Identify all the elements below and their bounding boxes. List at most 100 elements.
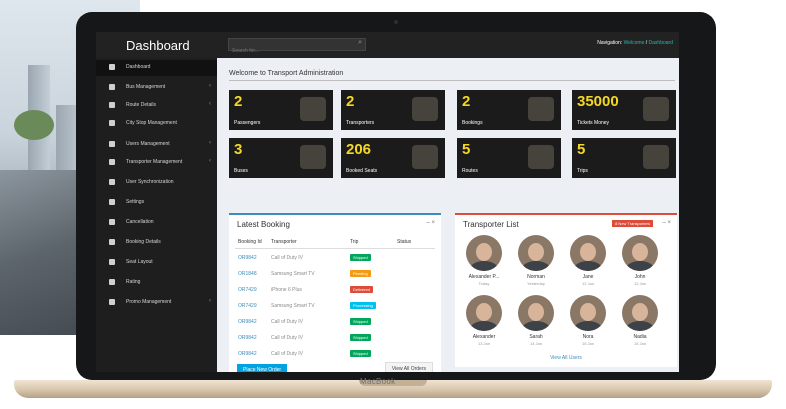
- sidebar-item-cancellation[interactable]: Cancellation: [96, 215, 217, 231]
- sidebar-item-settings[interactable]: Settings: [96, 195, 217, 211]
- sidebar-item-label: Transporter Management: [126, 159, 183, 165]
- booking-icon: [109, 239, 115, 245]
- stat-card-bookings[interactable]: 2 Bookings: [457, 90, 561, 130]
- avatar-body: [470, 321, 498, 331]
- search-input[interactable]: [229, 45, 349, 57]
- sidebar-item-dashboard[interactable]: Dashboard: [96, 60, 217, 76]
- user-card[interactable]: John 12 Jan: [617, 235, 663, 293]
- star-icon: [109, 279, 115, 285]
- user-date: Yesterday: [527, 281, 545, 286]
- user-card[interactable]: Alexander 13 Jan: [461, 295, 507, 353]
- app-title: Dashboard: [126, 38, 190, 53]
- booking-id-link[interactable]: OR7429: [238, 303, 257, 309]
- stat-card-transporters[interactable]: 2 Transporters: [341, 90, 445, 130]
- collapse-icon[interactable]: –: [662, 220, 665, 226]
- money-icon: [643, 97, 669, 121]
- booking-id-link[interactable]: OR7429: [238, 287, 257, 293]
- stat-value: 2: [234, 93, 243, 110]
- main-content: Welcome to Transport Administration 2 Pas…: [217, 58, 679, 372]
- stat-card-booked-seats[interactable]: 206 Booked Seats: [341, 138, 445, 178]
- breadcrumb-dashboard[interactable]: Dashboard: [649, 40, 673, 46]
- avatar-face: [528, 303, 544, 321]
- booking-id-link[interactable]: OR9842: [238, 319, 257, 325]
- gear-icon: [109, 199, 115, 205]
- table-row[interactable]: OR9842 Call of Duty IV Shipped: [229, 251, 441, 265]
- user-card[interactable]: Nadia 15 Jan: [617, 295, 663, 353]
- user-card[interactable]: Alexander P... Today: [461, 235, 507, 293]
- transporter-cell: iPhone 6 Plus: [271, 287, 302, 293]
- sidebar-item-users-management[interactable]: Users Management ‹: [96, 137, 217, 153]
- stat-card-buses[interactable]: 3 Buses: [229, 138, 333, 178]
- sidebar-item-seat-layout[interactable]: Seat Layout: [96, 255, 217, 271]
- search-icon[interactable]: ⌕: [358, 39, 362, 47]
- table-row[interactable]: OR1848 Samsung Smart TV Pending: [229, 267, 441, 281]
- stat-card-trips[interactable]: 5 Trips: [572, 138, 676, 178]
- view-all-orders-button[interactable]: View All Orders: [384, 362, 433, 372]
- laptop-camera: [394, 20, 398, 24]
- close-icon[interactable]: ×: [431, 220, 435, 226]
- booking-id-link[interactable]: OR1848: [238, 271, 257, 277]
- stat-card-tickets-money[interactable]: 35000 Tickets Money: [572, 90, 676, 130]
- user-card[interactable]: Nora 15 Jan: [565, 295, 611, 353]
- breadcrumb: Navigation: Welcome / Dashboard: [597, 40, 673, 46]
- stat-label: Trips: [577, 168, 588, 174]
- booking-id-link[interactable]: OR9842: [238, 335, 257, 341]
- sidebar-item-user-synchronization[interactable]: User Synchronization: [96, 175, 217, 191]
- bus-icon: [300, 145, 326, 169]
- transporter-cell: Call of Duty IV: [271, 335, 303, 341]
- user-name[interactable]: Norman: [513, 274, 559, 280]
- user-name[interactable]: Jane: [565, 274, 611, 280]
- seat-icon: [412, 145, 438, 169]
- sidebar-item-route-details[interactable]: Route Details ‹: [96, 98, 217, 114]
- user-name[interactable]: Alexander P...: [461, 274, 507, 280]
- user-date: 15 Jan: [581, 341, 594, 346]
- route-icon: [109, 102, 115, 108]
- table-row[interactable]: OR9842 Call of Duty IV Shipped: [229, 331, 441, 345]
- sidebar-item-rating[interactable]: Rating: [96, 275, 217, 291]
- booking-id-link[interactable]: OR9842: [238, 255, 257, 261]
- sidebar-item-booking-details[interactable]: Booking Details: [96, 235, 217, 251]
- sidebar-item-bus-management[interactable]: Bus Management ‹: [96, 80, 217, 96]
- avatar-body: [574, 261, 602, 271]
- stat-value: 5: [577, 141, 586, 158]
- place-new-order-button[interactable]: Place New Order: [237, 364, 288, 372]
- table-row[interactable]: OR7429 Samsung Smart TV Processing: [229, 299, 441, 313]
- table-row[interactable]: OR7429 iPhone 6 Plus Delivered: [229, 283, 441, 297]
- sidebar-item-label: City Stop Management: [126, 120, 177, 126]
- table-row[interactable]: OR9842 Call of Duty IV Shipped: [229, 347, 441, 361]
- user-card[interactable]: Sarah 14 Jan: [513, 295, 559, 353]
- user-date: 12 Jan: [633, 281, 646, 286]
- stat-card-passengers[interactable]: 2 Passengers: [229, 90, 333, 130]
- breadcrumb-separator: /: [645, 40, 648, 46]
- stat-value: 2: [346, 93, 355, 110]
- stat-card-routes[interactable]: 5 Routes: [457, 138, 561, 178]
- breadcrumb-welcome[interactable]: Welcome: [624, 40, 645, 46]
- collapse-icon[interactable]: –: [426, 220, 429, 226]
- booking-id-link[interactable]: OR9842: [238, 351, 257, 357]
- avatar: [570, 295, 606, 331]
- avatar: [622, 235, 658, 271]
- user-name[interactable]: John: [617, 274, 663, 280]
- sidebar-item-city-stop-management[interactable]: City Stop Management: [96, 116, 217, 132]
- sidebar-item-transporter-management[interactable]: Transporter Management ‹: [96, 155, 217, 171]
- user-name[interactable]: Nadia: [617, 334, 663, 340]
- seat-icon: [109, 259, 115, 265]
- sidebar-item-promo-management[interactable]: Promo Management ‹: [96, 295, 217, 311]
- stat-value: 35000: [577, 93, 619, 110]
- user-card[interactable]: Jane 12 Jan: [565, 235, 611, 293]
- avatar-body: [522, 261, 550, 271]
- stat-value: 3: [234, 141, 243, 158]
- sidebar-item-label: Rating: [126, 279, 141, 285]
- view-all-users-link[interactable]: View All Users: [455, 355, 677, 361]
- column-header: Booking Id: [238, 239, 262, 245]
- user-card[interactable]: Norman Yesterday: [513, 235, 559, 293]
- user-name[interactable]: Alexander: [461, 334, 507, 340]
- avatar: [466, 295, 502, 331]
- laptop-screen: Dashboard ⌕ Navigation: Welcome / Dashbo…: [96, 32, 679, 372]
- close-icon[interactable]: ×: [667, 220, 671, 226]
- panel-tools: – ×: [662, 220, 671, 226]
- search-box[interactable]: ⌕: [228, 38, 366, 57]
- table-row[interactable]: OR9842 Call of Duty IV Shipped: [229, 315, 441, 329]
- user-name[interactable]: Sarah: [513, 334, 559, 340]
- user-name[interactable]: Nora: [565, 334, 611, 340]
